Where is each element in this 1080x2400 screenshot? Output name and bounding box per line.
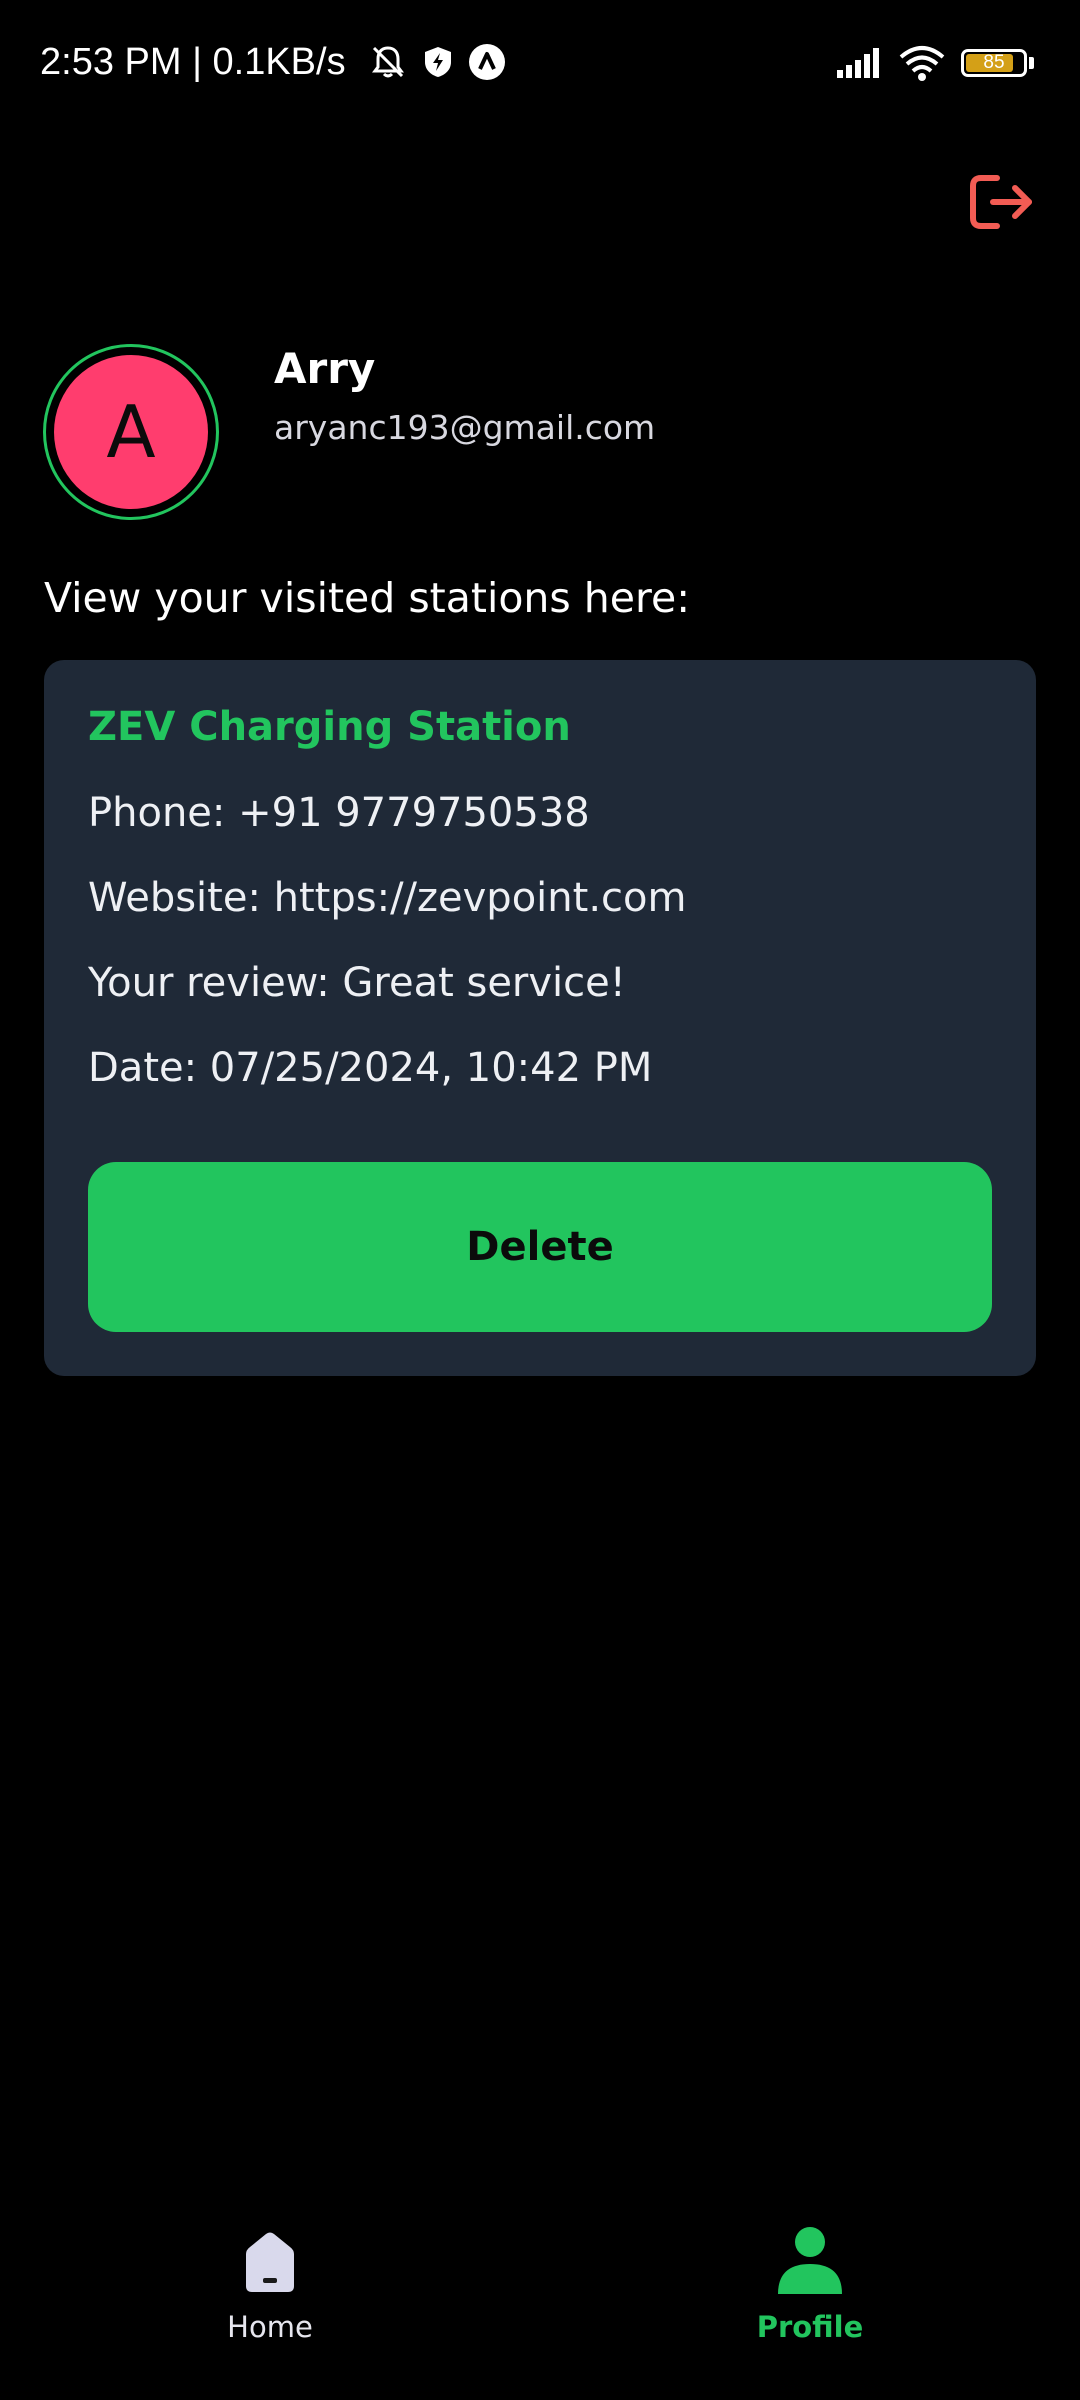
bottom-nav: Home Profile — [0, 2200, 1080, 2400]
avatar-letter: A — [106, 390, 156, 474]
station-name: ZEV Charging Station — [88, 704, 571, 750]
status-right: 85 — [821, 38, 1034, 88]
station-date: Date: 07/25/2024, 10:42 PM — [88, 1045, 653, 1091]
logout-icon — [970, 175, 1032, 229]
station-phone: Phone: +91 9779750538 — [88, 790, 590, 836]
status-left: 2:53 PM | 0.1KB/s — [40, 34, 506, 90]
nav-item-home[interactable]: Home — [120, 2220, 420, 2360]
status-time: 2:53 PM | 0.1KB/s — [40, 40, 346, 83]
avatar-circle: A — [54, 355, 208, 509]
station-review: Your review: Great service! — [88, 960, 626, 1006]
signal-icon — [837, 48, 883, 78]
nav-item-profile[interactable]: Profile — [660, 2220, 960, 2360]
battery-tip — [1029, 57, 1034, 69]
station-website: Website: https://zevpoint.com — [88, 875, 687, 921]
home-icon — [236, 2220, 304, 2296]
nav-label-profile: Profile — [756, 2310, 864, 2344]
section-heading: View your visited stations here: — [44, 574, 691, 622]
user-name: Arry — [274, 344, 376, 393]
delete-button[interactable]: Delete — [88, 1162, 992, 1332]
wifi-icon — [899, 45, 945, 81]
station-card: ZEV Charging Station Phone: +91 97797505… — [44, 660, 1036, 1376]
battery-level: 85 — [983, 52, 1005, 73]
shield-bolt-icon — [420, 44, 456, 80]
bell-off-icon — [368, 42, 408, 82]
delete-button-label: Delete — [466, 1224, 614, 1270]
app-a-icon — [468, 43, 506, 81]
nav-label-home: Home — [227, 2310, 313, 2344]
user-email: aryanc193@gmail.com — [274, 408, 656, 447]
battery-icon: 85 — [961, 49, 1027, 77]
status-bar: 2:53 PM | 0.1KB/s 85 — [0, 0, 1080, 124]
status-icons-left — [356, 42, 506, 82]
avatar: A — [43, 344, 219, 520]
profile-icon — [776, 2220, 844, 2296]
logout-button[interactable] — [964, 164, 1040, 240]
